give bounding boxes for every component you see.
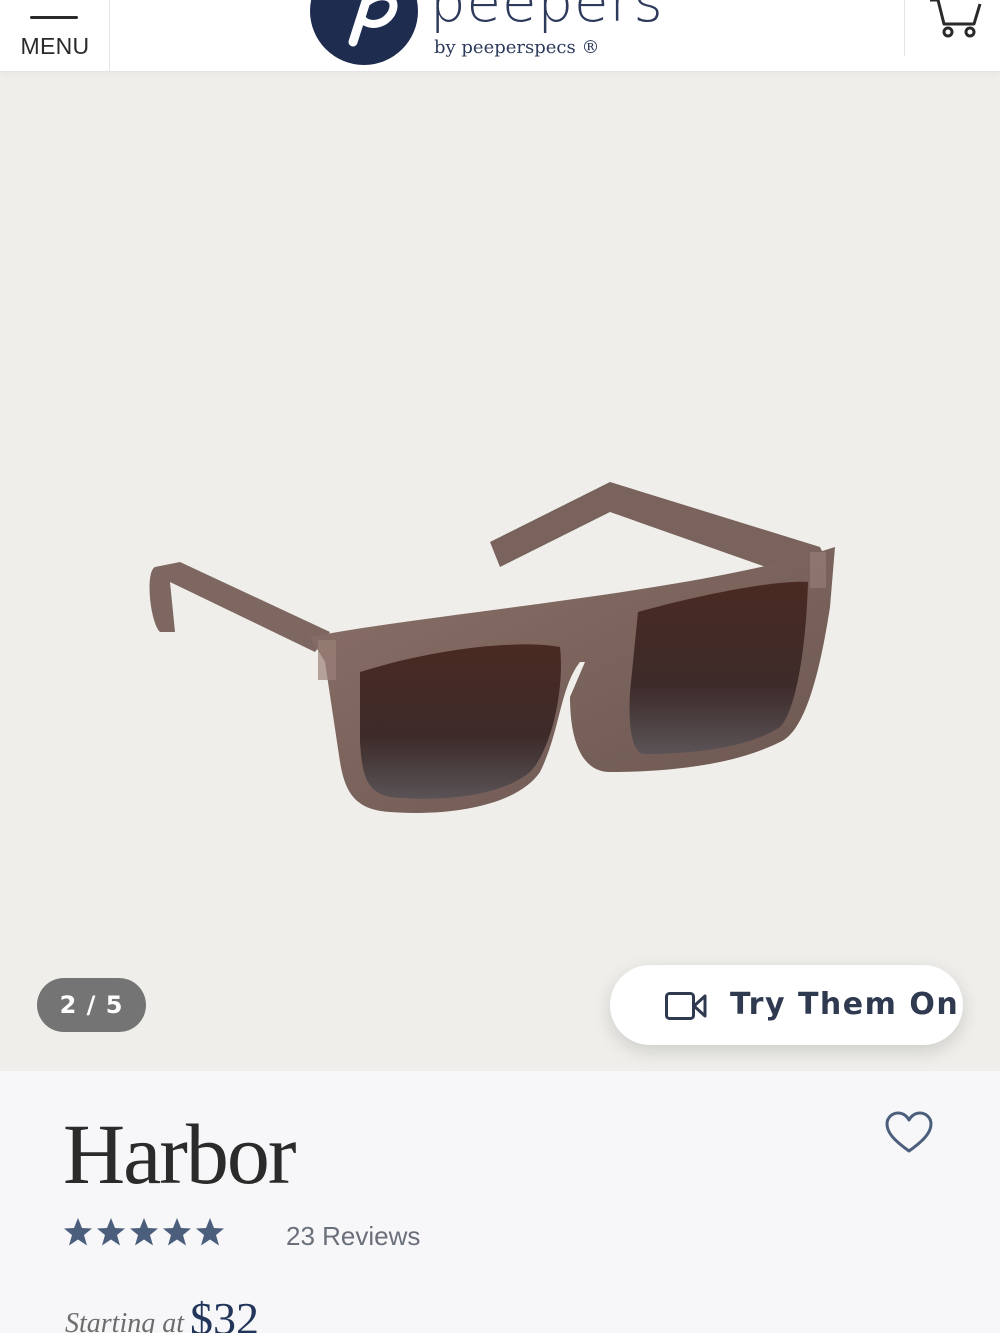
menu-label: MENU: [20, 33, 90, 59]
product-title: Harbor: [63, 1106, 297, 1202]
product-image-gallery[interactable]: 2 / 5 Try Them On: [0, 72, 1000, 1071]
star-icon: [163, 1218, 191, 1246]
star-icon: [64, 1218, 92, 1246]
star-icon: [196, 1218, 224, 1246]
star-icon: [130, 1218, 158, 1246]
logo-subtitle: by peeperspecs ®: [434, 37, 600, 58]
header-divider: [904, 0, 905, 56]
sunglasses-product-image: [149, 482, 835, 813]
video-camera-icon: [665, 992, 707, 1020]
price-prefix: Starting at: [65, 1308, 185, 1333]
product-info-panel: Harbor 23 Reviews Starting at $32: [0, 1071, 1000, 1333]
image-counter-badge: 2 / 5: [37, 978, 146, 1032]
star-icon: [97, 1218, 125, 1246]
menu-button[interactable]: MENU: [0, 0, 110, 72]
logo-wordmark[interactable]: peepers: [430, 0, 664, 35]
heart-wishlist-icon[interactable]: [885, 1111, 933, 1155]
peepers-logo-icon[interactable]: [309, 0, 419, 66]
cart-icon[interactable]: [928, 0, 982, 38]
hamburger-icon: [30, 0, 78, 22]
try-them-on-button[interactable]: Try Them On: [610, 965, 963, 1045]
product-price: $32: [190, 1293, 259, 1333]
star-rating[interactable]: [63, 1217, 228, 1247]
try-them-on-label: Try Them On: [730, 987, 960, 1022]
site-header: MENU peepers by peeperspecs ®: [0, 0, 1000, 72]
reviews-link[interactable]: 23 Reviews: [286, 1221, 420, 1252]
